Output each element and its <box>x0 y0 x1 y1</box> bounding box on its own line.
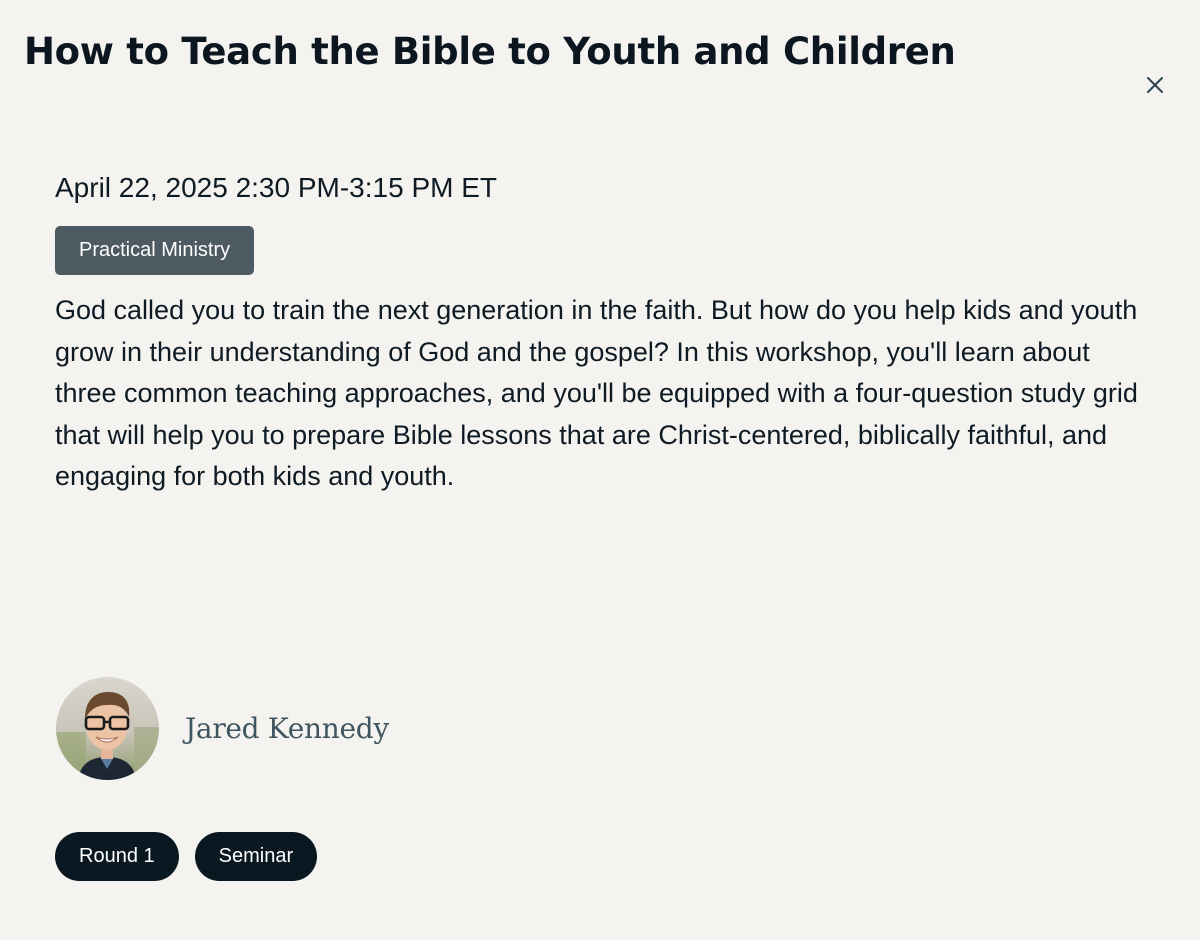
seminar-tag[interactable]: Seminar <box>194 832 318 881</box>
round-tag[interactable]: Round 1 <box>55 832 179 881</box>
session-datetime: April 22, 2025 2:30 PM-3:15 PM ET <box>55 172 497 203</box>
session-tags: Round 1 Seminar <box>55 832 333 881</box>
close-button[interactable] <box>1138 68 1172 102</box>
session-description: God called you to train the next generat… <box>55 295 1138 491</box>
speaker-name[interactable]: Jared Kennedy <box>185 712 389 745</box>
session-detail-modal: How to Teach the Bible to Youth and Chil… <box>0 0 1200 940</box>
speaker[interactable]: Jared Kennedy <box>56 677 389 780</box>
speaker-photo <box>56 677 159 780</box>
category-tag: Practical Ministry <box>55 226 255 275</box>
close-icon <box>1146 76 1164 94</box>
session-title: How to Teach the Bible to Youth and Chil… <box>24 30 956 73</box>
speaker-avatar[interactable] <box>56 677 159 780</box>
